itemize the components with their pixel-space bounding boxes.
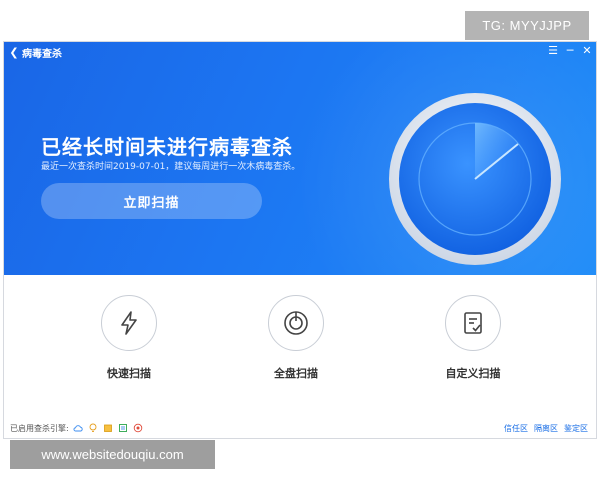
hero-banner: ❮ 病毒查杀 ☰ ─ ✕ 已经长时间未进行病毒查杀 最近一次查杀时间2019-0… bbox=[4, 42, 596, 275]
identify-zone-link[interactable]: 鉴定区 bbox=[564, 423, 588, 434]
full-scan-label: 全盘扫描 bbox=[274, 367, 318, 380]
window-controls: ☰ ─ ✕ bbox=[548, 44, 592, 57]
watermark-top: TG: MYYJJPP bbox=[465, 11, 589, 40]
scan-options: 快速扫描 全盘扫描 自定义扫描 已启用查杀引擎: 信任区 隔离区 鉴定区 bbox=[4, 275, 596, 438]
full-scan-circle bbox=[268, 295, 324, 351]
custom-scan-label: 自定义扫描 bbox=[445, 367, 501, 380]
status-headline: 已经长时间未进行病毒查杀 bbox=[41, 135, 293, 159]
disk-icon bbox=[284, 311, 308, 335]
custom-scan-button[interactable]: 自定义扫描 bbox=[418, 295, 528, 381]
minimize-icon[interactable]: ─ bbox=[565, 44, 575, 57]
engine-icons bbox=[73, 423, 143, 433]
menu-icon[interactable]: ☰ bbox=[548, 44, 558, 57]
scan-now-button[interactable]: 立即扫描 bbox=[41, 183, 262, 219]
quick-scan-circle bbox=[101, 295, 157, 351]
bulb-icon bbox=[88, 423, 98, 433]
trust-zone-link[interactable]: 信任区 bbox=[504, 423, 528, 434]
watermark-bottom: www.websitedouqiu.com bbox=[10, 440, 215, 469]
close-icon[interactable]: ✕ bbox=[582, 44, 592, 57]
last-scan-info: 最近一次查杀时间2019-07-01，建议每周进行一次木病毒查杀。 bbox=[41, 162, 301, 172]
full-scan-button[interactable]: 全盘扫描 bbox=[241, 295, 351, 381]
quick-scan-label: 快速扫描 bbox=[107, 367, 151, 380]
title-bar: ❮ 病毒查杀 ☰ ─ ✕ bbox=[4, 42, 596, 62]
engines-label: 已启用查杀引擎: bbox=[10, 423, 69, 433]
cloud-icon bbox=[73, 423, 83, 433]
box-icon bbox=[103, 423, 113, 433]
quarantine-link[interactable]: 隔离区 bbox=[534, 423, 558, 434]
radar-icon bbox=[389, 93, 561, 265]
quick-scan-button[interactable]: 快速扫描 bbox=[74, 295, 184, 381]
badge-icon bbox=[133, 423, 143, 433]
checklist-icon bbox=[464, 312, 482, 334]
window-title: 病毒查杀 bbox=[22, 48, 62, 60]
custom-scan-circle bbox=[445, 295, 501, 351]
antivirus-window: ❮ 病毒查杀 ☰ ─ ✕ 已经长时间未进行病毒查杀 最近一次查杀时间2019-0… bbox=[3, 41, 597, 439]
status-footer: 已启用查杀引擎: 信任区 隔离区 鉴定区 bbox=[4, 416, 596, 438]
shield-icon bbox=[118, 423, 128, 433]
lightning-icon bbox=[121, 311, 137, 335]
back-arrow-icon[interactable]: ❮ bbox=[6, 46, 22, 59]
footer-links: 信任区 隔离区 鉴定区 bbox=[504, 423, 588, 434]
